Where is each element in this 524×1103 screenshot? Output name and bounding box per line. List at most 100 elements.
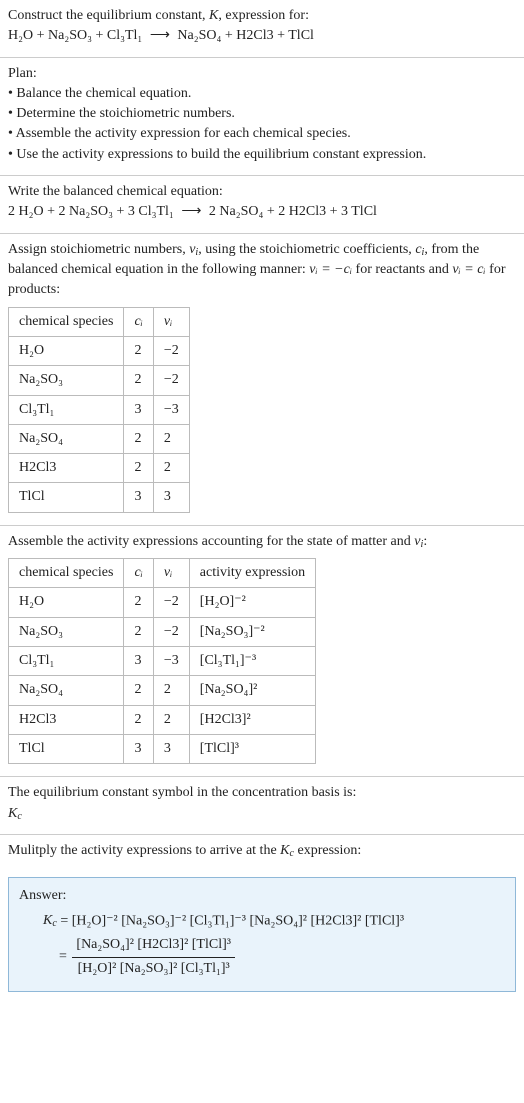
question-section: Construct the equilibrium constant, K, e… <box>0 0 524 57</box>
balanced-section: Write the balanced chemical equation: 2 … <box>0 176 524 233</box>
cell-ci: 2 <box>124 705 153 734</box>
cell-nui: 3 <box>153 734 189 763</box>
col-nui: νᵢ <box>153 559 189 588</box>
kc-symbol: Kc <box>8 804 516 824</box>
kc-c: c <box>17 810 21 821</box>
activity-title: Assemble the activity expressions accoun… <box>8 532 516 552</box>
table-row: H2Cl322[H2Cl3]² <box>9 705 316 734</box>
cell-nui: −3 <box>153 395 189 424</box>
answer-denominator: [H₂O]² [Na₂SO₃]² [Cl₃Tl₁]³ <box>72 958 235 979</box>
cell-ci: 3 <box>124 395 153 424</box>
cell-nui: 3 <box>153 483 189 512</box>
cell-ci: 2 <box>124 617 153 646</box>
col-nui: νᵢ <box>153 307 189 336</box>
col-species: chemical species <box>9 559 124 588</box>
answer-title: Answer: <box>19 886 505 906</box>
table-row: H₂O2−2 <box>9 336 190 365</box>
answer-fraction: [Na₂SO₄]² [H2Cl3]² [TlCl]³ [H₂O]² [Na₂SO… <box>72 935 235 979</box>
cell-ci: 2 <box>124 424 153 453</box>
cell-ci: 3 <box>124 647 153 676</box>
cell-nui: −2 <box>153 366 189 395</box>
cell-nui: −2 <box>153 617 189 646</box>
table-row: Na₂SO₃2−2 <box>9 366 190 395</box>
question-k: K <box>209 8 218 23</box>
answer-expression-line2: = [Na₂SO₄]² [H2Cl3]² [TlCl]³ [H₂O]² [Na₂… <box>19 935 505 979</box>
cell-activity: [H2Cl3]² <box>189 705 315 734</box>
cell-species: Na₂SO₄ <box>9 676 124 705</box>
plan-title: Plan: <box>8 64 516 84</box>
assign-section: Assign stoichiometric numbers, νi, using… <box>0 234 524 525</box>
cell-nui: 2 <box>153 454 189 483</box>
kc-symbol-line: The equilibrium constant symbol in the c… <box>8 783 516 803</box>
balanced-rhs: 2 Na₂SO₄ + 2 H2Cl3 + 3 TlCl <box>209 204 377 219</box>
cell-nui: −3 <box>153 647 189 676</box>
cell-species: H₂O <box>9 336 124 365</box>
table-row: Cl₃Tl₁3−3 <box>9 395 190 424</box>
table-row: TlCl33[TlCl]³ <box>9 734 316 763</box>
plan-bullet: • Balance the chemical equation. <box>8 84 516 104</box>
assign-text-e: for reactants and <box>352 262 452 277</box>
equals-sign: = <box>59 949 70 964</box>
col-activity: activity expression <box>189 559 315 588</box>
col-ci: cᵢ <box>124 559 153 588</box>
activity-title-b: : <box>423 534 427 549</box>
cell-species: H2Cl3 <box>9 705 124 734</box>
unbalanced-equation: H₂O + Na₂SO₃ + Cl₃Tl₁ ⟶ Na₂SO₄ + H2Cl3 +… <box>8 26 516 46</box>
cell-species: Cl₃Tl₁ <box>9 647 124 676</box>
activity-section: Assemble the activity expressions accoun… <box>0 526 524 777</box>
balanced-arrow: ⟶ <box>177 204 205 219</box>
cell-species: TlCl <box>9 734 124 763</box>
cell-activity: [Na₂SO₃]⁻² <box>189 617 315 646</box>
balanced-lhs: 2 H₂O + 2 Na₂SO₃ + 3 Cl₃Tl₁ <box>8 204 174 219</box>
equals-sign: = <box>57 913 72 928</box>
cell-species: TlCl <box>9 483 124 512</box>
cell-nui: 2 <box>153 705 189 734</box>
assign-rel1: νᵢ = −cᵢ <box>309 262 352 277</box>
table-row: H₂O2−2[H₂O]⁻² <box>9 588 316 617</box>
balanced-title: Write the balanced chemical equation: <box>8 182 516 202</box>
kc-lhs: Kc <box>43 911 57 931</box>
cell-nui: −2 <box>153 588 189 617</box>
multiply-text-b: expression: <box>294 843 361 858</box>
assign-text: Assign stoichiometric numbers, νi, using… <box>8 240 516 301</box>
table-row: Cl₃Tl₁3−3[Cl₃Tl₁]⁻³ <box>9 647 316 676</box>
cell-species: Cl₃Tl₁ <box>9 395 124 424</box>
assign-text-a: Assign stoichiometric numbers, <box>8 242 189 257</box>
cell-ci: 2 <box>124 454 153 483</box>
kc-symbol-section: The equilibrium constant symbol in the c… <box>0 777 524 834</box>
table-row: H2Cl322 <box>9 454 190 483</box>
kc-k: K <box>43 913 52 928</box>
plan-bullet: • Determine the stoichiometric numbers. <box>8 104 516 124</box>
cell-species: H2Cl3 <box>9 454 124 483</box>
assign-text-b: , using the stoichiometric coefficients, <box>198 242 415 257</box>
question-text-a: Construct the equilibrium constant, <box>8 8 209 23</box>
cell-species: Na₂SO₃ <box>9 617 124 646</box>
cell-ci: 3 <box>124 483 153 512</box>
table-header-row: chemical species cᵢ νᵢ activity expressi… <box>9 559 316 588</box>
kc-k: K <box>8 806 17 821</box>
cell-activity: [Cl₃Tl₁]⁻³ <box>189 647 315 676</box>
question-line: Construct the equilibrium constant, K, e… <box>8 6 516 26</box>
cell-species: Na₂SO₃ <box>9 366 124 395</box>
cell-nui: −2 <box>153 336 189 365</box>
cell-species: H₂O <box>9 588 124 617</box>
answer-numerator: [Na₂SO₄]² [H2Cl3]² [TlCl]³ <box>72 935 235 957</box>
cell-ci: 3 <box>124 734 153 763</box>
plan-bullet: • Assemble the activity expression for e… <box>8 124 516 144</box>
plan-section: Plan: • Balance the chemical equation. •… <box>0 58 524 175</box>
assign-rel2: νᵢ = cᵢ <box>452 262 485 277</box>
reaction-rhs: Na₂SO₄ + H2Cl3 + TlCl <box>177 28 314 43</box>
activity-title-a: Assemble the activity expressions accoun… <box>8 534 414 549</box>
question-text-b: , expression for: <box>218 8 309 23</box>
cell-activity: [Na₂SO₄]² <box>189 676 315 705</box>
activity-table: chemical species cᵢ νᵢ activity expressi… <box>8 558 316 764</box>
cell-ci: 2 <box>124 366 153 395</box>
table-row: TlCl33 <box>9 483 190 512</box>
cell-nui: 2 <box>153 676 189 705</box>
table-row: Na₂SO₄22[Na₂SO₄]² <box>9 676 316 705</box>
table-row: Na₂SO₄22 <box>9 424 190 453</box>
cell-ci: 2 <box>124 588 153 617</box>
col-ci: cᵢ <box>124 307 153 336</box>
cell-nui: 2 <box>153 424 189 453</box>
table-header-row: chemical species cᵢ νᵢ <box>9 307 190 336</box>
